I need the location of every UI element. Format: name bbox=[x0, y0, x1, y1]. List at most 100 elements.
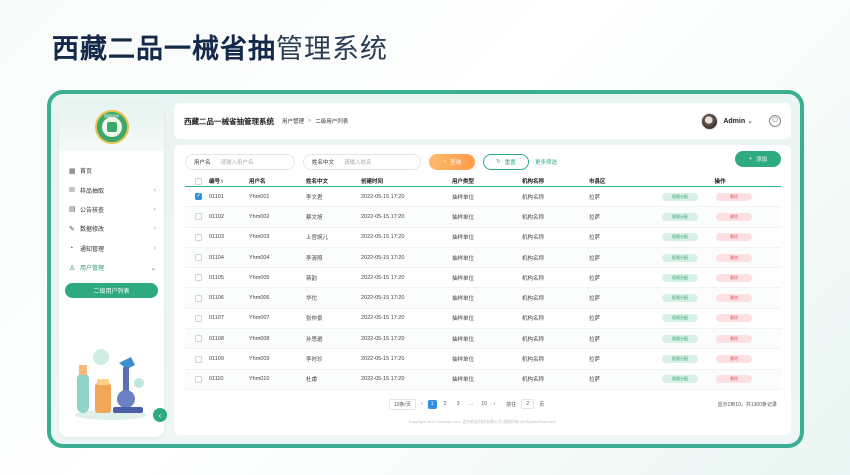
page-number[interactable]: 3 bbox=[454, 400, 463, 409]
table-row[interactable]: 01110 Yhm010 杜甫 2022-05-15 17:20 抽样单位 机构名称 拉萨 权… bbox=[185, 369, 781, 390]
row-checkbox[interactable] bbox=[195, 375, 202, 383]
page-number[interactable]: 2 bbox=[441, 400, 450, 409]
table-row[interactable]: 01106 Yhm006 华佗 2022-05-15 17:20 抽样单位 机构名称 拉萨 权… bbox=[185, 288, 781, 309]
cell-created: 2022-05-15 17:20 bbox=[361, 315, 405, 322]
assign-permission-button[interactable]: 权限分配 bbox=[662, 233, 698, 242]
row-checkbox[interactable] bbox=[195, 355, 202, 363]
table-row[interactable]: 01107 Yhm007 张仲景 2022-05-15 17:20 抽样单位 机构名称 拉萨… bbox=[185, 309, 781, 330]
name-filter[interactable]: 姓名中文 请输入姓名 bbox=[303, 154, 421, 170]
lab-illustration bbox=[75, 349, 147, 420]
assign-permission-button[interactable]: 权限分配 bbox=[662, 375, 698, 384]
delete-button[interactable]: 删除 bbox=[716, 294, 752, 303]
cell-username: Yhm010 bbox=[249, 376, 270, 383]
delete-button[interactable]: 删除 bbox=[716, 192, 752, 201]
table-row[interactable]: 01105 Yhm005 蒋韵 2022-05-15 17:20 抽样单位 机构名称 拉萨 权… bbox=[185, 268, 781, 289]
cell-username: Yhm003 bbox=[249, 234, 270, 241]
row-checkbox[interactable] bbox=[195, 314, 202, 322]
sidebar-item-1[interactable]: ✉ 样品抽取 ‹ bbox=[59, 180, 164, 199]
cell-created: 2022-05-15 17:20 bbox=[361, 356, 405, 363]
goto-page-input[interactable]: 2 bbox=[521, 399, 535, 409]
table-row[interactable]: 01101 Yhm001 李文君 2022-05-15 17:20 抽样单位 机构名称 拉萨… bbox=[185, 187, 781, 208]
add-button[interactable]: + 添加 bbox=[735, 151, 781, 167]
page-number[interactable]: … bbox=[467, 400, 476, 409]
cell-created: 2022-05-15 17:20 bbox=[361, 234, 405, 241]
cell-actions: 权限分配 删除 bbox=[659, 192, 781, 201]
page-number[interactable]: 10 bbox=[480, 400, 489, 409]
user-name[interactable]: Admin bbox=[723, 118, 745, 125]
cell-username: Yhm005 bbox=[249, 274, 270, 281]
page-number[interactable]: 1 bbox=[427, 399, 437, 409]
assign-permission-button[interactable]: 权限分配 bbox=[662, 253, 698, 262]
copyright: Copyright 2019 www.llyz.com 北京栋梁科技有限公司 版… bbox=[408, 419, 557, 424]
row-checkbox[interactable] bbox=[195, 335, 202, 343]
breadcrumb-user-management[interactable]: 用户管理 bbox=[282, 117, 304, 125]
main-content: 用户名 请输入用户名 姓名中文 请输入姓名 ○ 查询 ↻ 重置 更多筛选 + 添… bbox=[174, 145, 791, 435]
assign-permission-button[interactable]: 权限分配 bbox=[662, 355, 698, 364]
sidebar-collapse-button[interactable]: ‹ bbox=[153, 408, 167, 422]
name-input[interactable]: 请输入姓名 bbox=[344, 158, 372, 166]
delete-button[interactable]: 删除 bbox=[716, 253, 752, 262]
cell-created: 2022-05-15 17:20 bbox=[361, 295, 405, 302]
row-checkbox[interactable] bbox=[195, 213, 202, 221]
reset-button[interactable]: ↻ 重置 bbox=[483, 154, 529, 170]
cell-username: Yhm006 bbox=[249, 295, 270, 302]
row-checkbox[interactable] bbox=[195, 274, 202, 282]
row-checkbox[interactable] bbox=[195, 233, 202, 241]
chevron-down-icon[interactable]: ⌄ bbox=[747, 117, 753, 125]
cell-id: 01106 bbox=[209, 295, 224, 302]
delete-button[interactable]: 删除 bbox=[716, 334, 752, 343]
cell-name: 上官婉儿 bbox=[306, 235, 329, 242]
cell-created: 2022-05-15 17:20 bbox=[361, 335, 405, 342]
logout-icon[interactable]: ⏻ bbox=[769, 115, 781, 127]
cell-name: 蔡文旭 bbox=[306, 214, 323, 221]
avatar[interactable] bbox=[701, 112, 719, 130]
delete-button[interactable]: 删除 bbox=[716, 212, 752, 221]
assign-permission-button[interactable]: 权限分配 bbox=[662, 212, 698, 221]
sort-icon[interactable]: ⇕ bbox=[220, 179, 224, 185]
prev-page-button[interactable]: ‹ bbox=[421, 401, 423, 407]
assign-permission-button[interactable]: 权限分配 bbox=[662, 334, 698, 343]
row-checkbox[interactable] bbox=[195, 192, 202, 201]
username-filter[interactable]: 用户名 请输入用户名 bbox=[185, 154, 295, 170]
assign-permission-button[interactable]: 权限分配 bbox=[662, 294, 698, 303]
cell-org: 机构名称 bbox=[522, 235, 545, 242]
sidebar-item-2[interactable]: ▤ 公告核查 ‹ bbox=[59, 200, 164, 219]
cell-type: 抽样单位 bbox=[452, 336, 475, 343]
submenu-item-level2-users[interactable]: 二级用户列表 bbox=[65, 283, 158, 299]
sidebar-item-0[interactable]: ▦ 首页 bbox=[59, 161, 164, 180]
select-all-checkbox[interactable] bbox=[195, 177, 202, 185]
table-row[interactable]: 01104 Yhm004 李清照 2022-05-15 17:20 抽样单位 机构名称 拉萨… bbox=[185, 247, 781, 269]
delete-button[interactable]: 删除 bbox=[716, 314, 752, 323]
table-row[interactable]: 01102 Yhm002 蔡文旭 2022-05-15 17:20 抽样单位 机构名称 拉萨… bbox=[185, 207, 781, 228]
cell-created: 2022-05-15 17:20 bbox=[361, 376, 405, 383]
delete-button[interactable]: 删除 bbox=[716, 233, 752, 242]
sidebar-item-4[interactable]: ◔ 通知管理 ‹ bbox=[59, 239, 164, 258]
username-label: 用户名 bbox=[194, 160, 211, 166]
more-filters-link[interactable]: 更多筛选 bbox=[535, 158, 557, 166]
grid-icon: ▦ bbox=[69, 167, 76, 175]
next-page-button[interactable]: › bbox=[494, 401, 496, 407]
username-input[interactable]: 请输入用户名 bbox=[221, 158, 254, 166]
page-size-select[interactable]: 10条/页 bbox=[389, 398, 416, 410]
delete-button[interactable]: 删除 bbox=[716, 375, 752, 384]
sidebar-item-5[interactable]: ♙ 用户管理 ⌄ bbox=[59, 258, 164, 277]
cell-type: 抽样单位 bbox=[452, 214, 475, 221]
sidebar: 西藏药监局 ▦ 首页 ✉ 样品抽取 ‹ ▤ 公告核查 ‹ ✎ 数据修改 ‹ ◔ 通知管理 ‹ ♙ 用户管理 ⌄ … bbox=[59, 103, 164, 437]
cell-name: 孙思邈 bbox=[306, 336, 323, 343]
sidebar-item-3[interactable]: ✎ 数据修改 ‹ bbox=[59, 219, 164, 238]
table-row[interactable]: 01109 Yhm009 李时珍 2022-05-15 17:20 抽样单位 机构名称 拉萨… bbox=[185, 349, 781, 370]
search-button[interactable]: ○ 查询 bbox=[429, 154, 475, 170]
cell-actions: 权限分配 删除 bbox=[659, 253, 781, 262]
header-id[interactable]: 编号⇕ bbox=[209, 177, 249, 185]
assign-permission-button[interactable]: 权限分配 bbox=[662, 314, 698, 323]
row-checkbox[interactable] bbox=[195, 294, 202, 302]
header-name: 姓名中文 bbox=[306, 179, 329, 185]
row-checkbox[interactable] bbox=[195, 254, 202, 262]
assign-permission-button[interactable]: 权限分配 bbox=[662, 273, 698, 282]
table-row[interactable]: 01103 Yhm003 上官婉儿 2022-05-15 17:20 抽样单位 机构名称 拉… bbox=[185, 228, 781, 248]
delete-button[interactable]: 删除 bbox=[716, 273, 752, 282]
plus-icon: + bbox=[748, 156, 753, 162]
assign-permission-button[interactable]: 权限分配 bbox=[662, 192, 698, 201]
delete-button[interactable]: 删除 bbox=[716, 355, 752, 364]
table-row[interactable]: 01108 Yhm008 孙思邈 2022-05-15 17:20 抽样单位 机构名称 拉萨… bbox=[185, 329, 781, 350]
